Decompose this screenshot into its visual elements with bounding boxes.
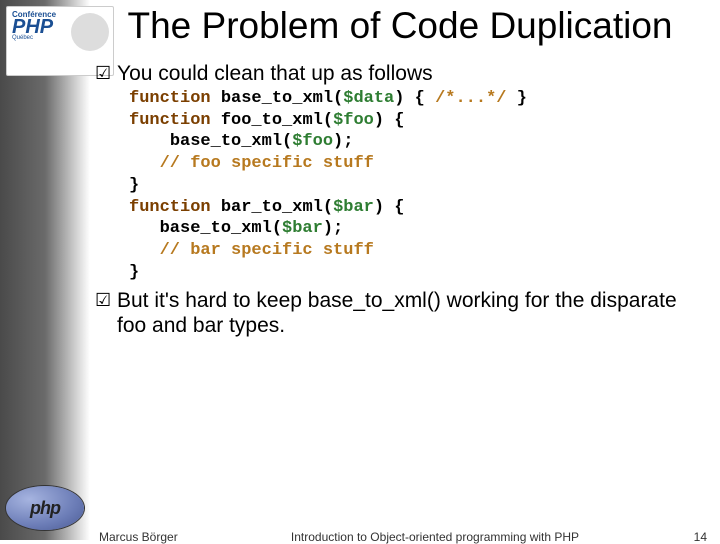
bullet-2-text: But it's hard to keep base_to_xml() work… (117, 288, 715, 338)
code-line-7: base_to_xml($bar); (129, 218, 715, 240)
php-logo: php (6, 486, 84, 530)
code-line-5: } (129, 175, 715, 197)
code-block: function base_to_xml($data) { /*...*/ } … (129, 88, 715, 284)
footer-page-number: 14 (694, 530, 707, 544)
php-logo-text: php (30, 498, 60, 519)
footer-author: Marcus Börger (99, 530, 178, 544)
slide-content: The Problem of Code Duplication ☑ You co… (95, 0, 715, 540)
code-line-2: function foo_to_xml($foo) { (129, 110, 715, 132)
php-ellipse-icon: php (6, 486, 84, 530)
code-line-3: base_to_xml($foo); (129, 131, 715, 153)
code-line-8: // bar specific stuff (129, 240, 715, 262)
code-line-4: // foo specific stuff (129, 153, 715, 175)
checkmark-icon: ☑ (95, 288, 117, 312)
footer-title: Introduction to Object-oriented programm… (245, 530, 625, 544)
code-line-9: } (129, 262, 715, 284)
bullet-1-text: You could clean that up as follows (117, 61, 445, 86)
bullet-2: ☑ But it's hard to keep base_to_xml() wo… (95, 288, 715, 338)
code-line-1: function base_to_xml($data) { /*...*/ } (129, 88, 715, 110)
sidebar-gradient (0, 0, 90, 540)
code-line-6: function bar_to_xml($bar) { (129, 197, 715, 219)
checkmark-icon: ☑ (95, 61, 117, 85)
slide-title: The Problem of Code Duplication (95, 0, 715, 61)
bullet-1: ☑ You could clean that up as follows (95, 61, 715, 86)
